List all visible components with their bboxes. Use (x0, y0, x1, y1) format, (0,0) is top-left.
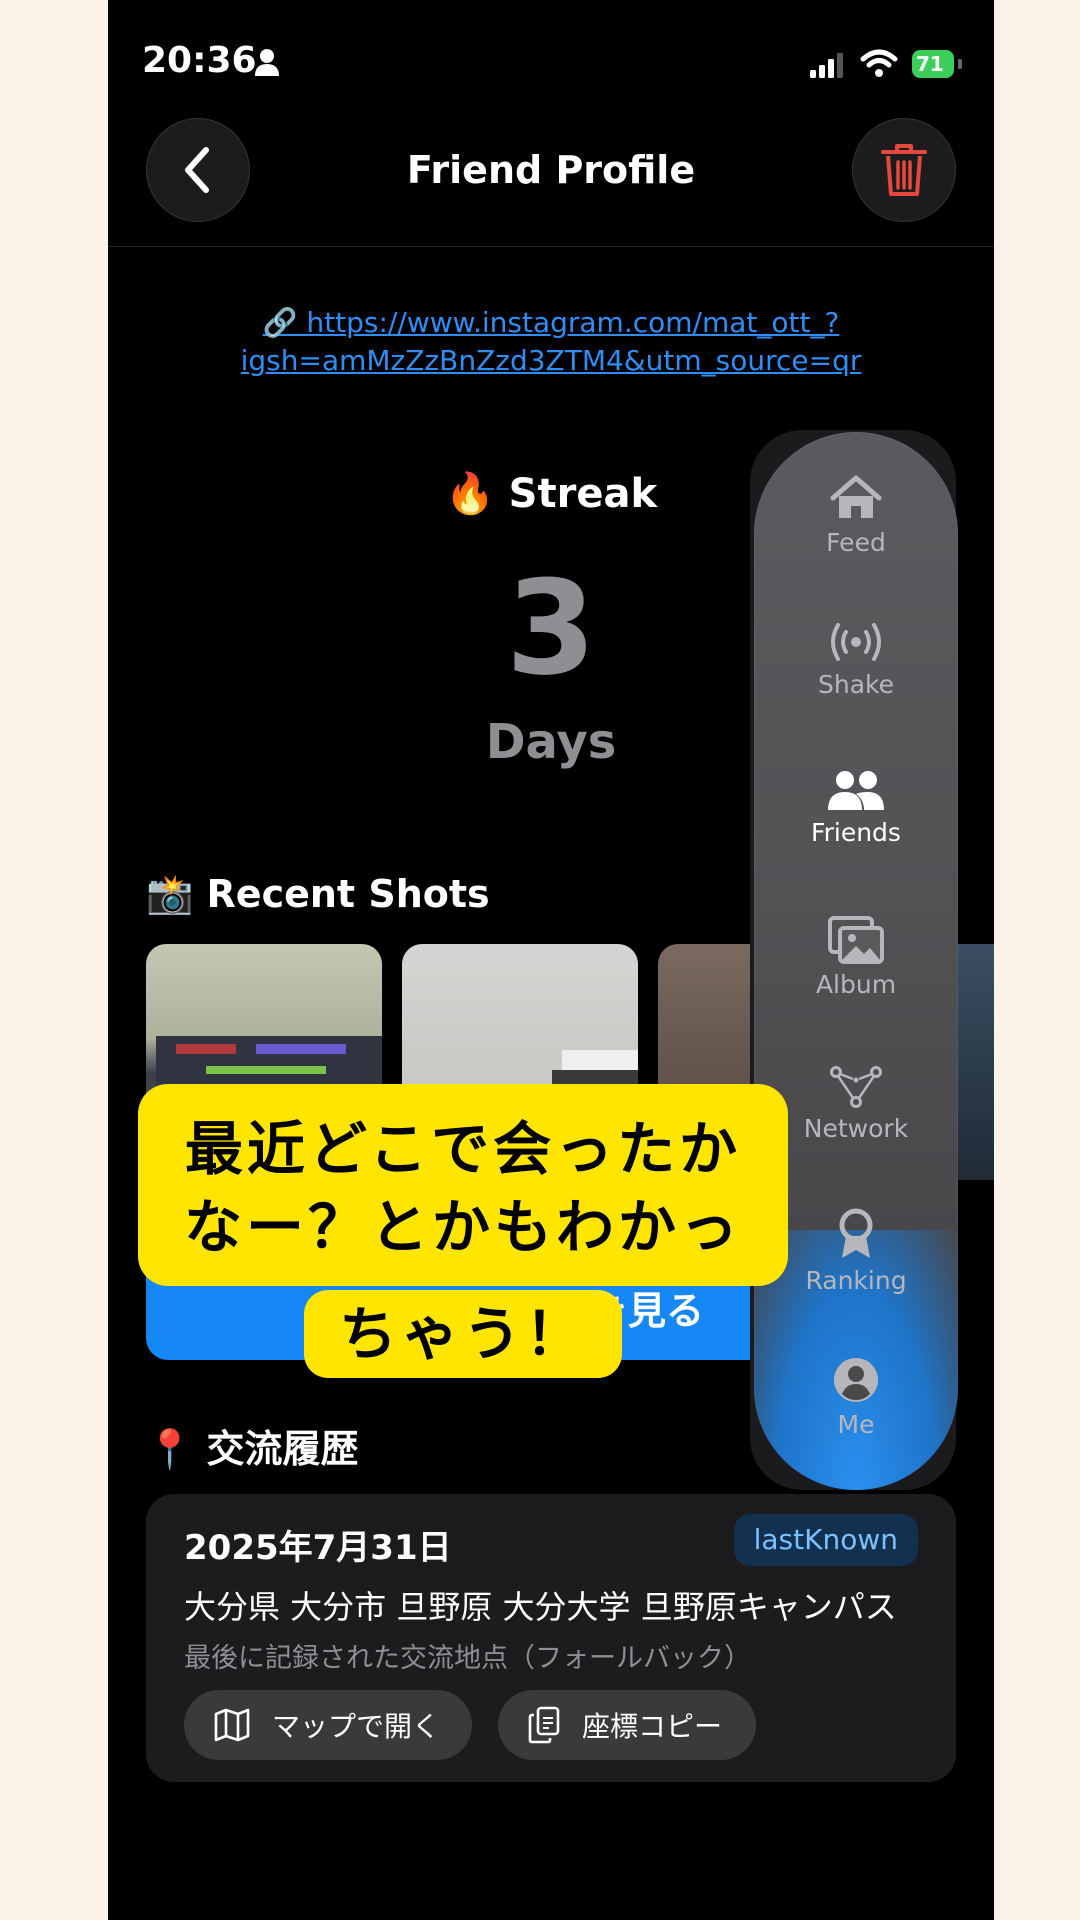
phone-screen: 20:36 71 Friend Profile 🔗 https://www.in… (108, 0, 994, 1920)
network-icon (830, 1066, 882, 1108)
tab-album[interactable]: Album (754, 916, 958, 999)
copy-coordinates-button[interactable]: 座標コピー (498, 1690, 756, 1760)
tab-label: Shake (817, 670, 894, 699)
tab-label: Album (815, 970, 897, 999)
history-title: 📍 交流履歴 (146, 1427, 359, 1471)
wifi-icon (860, 49, 898, 77)
cellular-signal-icon (810, 53, 843, 78)
tab-label: Network (803, 1114, 909, 1143)
people-icon (828, 771, 884, 810)
open-map-button[interactable]: マップで開く (184, 1690, 472, 1760)
location-type-badge: lastKnown (733, 1514, 918, 1566)
header-divider (108, 246, 994, 247)
photos-icon (828, 916, 884, 964)
tab-me[interactable]: Me (754, 1356, 958, 1439)
delete-friend-button[interactable] (852, 118, 956, 222)
tab-label: Ranking (805, 1266, 907, 1295)
person-status-icon (255, 49, 279, 76)
instagram-link[interactable]: 🔗 https://www.instagram.com/mat_ott_? ig… (148, 304, 954, 380)
caption-bubble: 最近どこで会ったか なー？とかもわかっ (138, 1084, 788, 1286)
copy-icon (528, 1706, 560, 1744)
link-line-2: igsh=amMzZzBnZzd3ZTM4&utm_source=qr (240, 344, 862, 377)
house-icon (830, 475, 882, 518)
copy-coordinates-label: 座標コピー (582, 1710, 723, 1743)
caption-line-2: なー？とかもわかっ (183, 1193, 742, 1261)
caption-line-3: ちゃう！ (304, 1290, 622, 1378)
battery-level: 71 (912, 50, 954, 78)
history-date: 2025年7月31日 (184, 1528, 452, 1568)
battery-indicator: 71 (912, 50, 962, 78)
open-map-label: マップで開く (272, 1710, 441, 1743)
tab-shake[interactable]: Shake (754, 620, 958, 699)
caption-line-1: 最近どこで会ったか (184, 1115, 742, 1183)
trash-icon (881, 144, 927, 196)
tab-label: Feed (826, 528, 886, 557)
tab-friends[interactable]: Friends (754, 770, 958, 847)
battery-cap (958, 59, 962, 69)
tab-feed[interactable]: Feed (754, 474, 958, 557)
map-icon (214, 1708, 250, 1742)
history-address: 大分県 大分市 旦野原 大分大学 旦野原キャンパス (184, 1588, 897, 1626)
link-line-1: 🔗 https://www.instagram.com/mat_ott_? (262, 306, 840, 339)
person-circle-icon (834, 1358, 878, 1402)
recent-shots-title: 📸 Recent Shots (146, 872, 490, 916)
medal-icon (839, 1208, 873, 1258)
status-time: 20:36 (142, 40, 257, 81)
broadcast-icon (831, 623, 881, 661)
tab-label: Friends (811, 818, 901, 847)
tab-label: Me (837, 1410, 875, 1439)
history-card: 2025年7月31日 lastKnown 大分県 大分市 旦野原 大分大学 旦野… (146, 1494, 956, 1782)
history-note: 最後に記録された交流地点（フォールバック） (184, 1643, 751, 1674)
